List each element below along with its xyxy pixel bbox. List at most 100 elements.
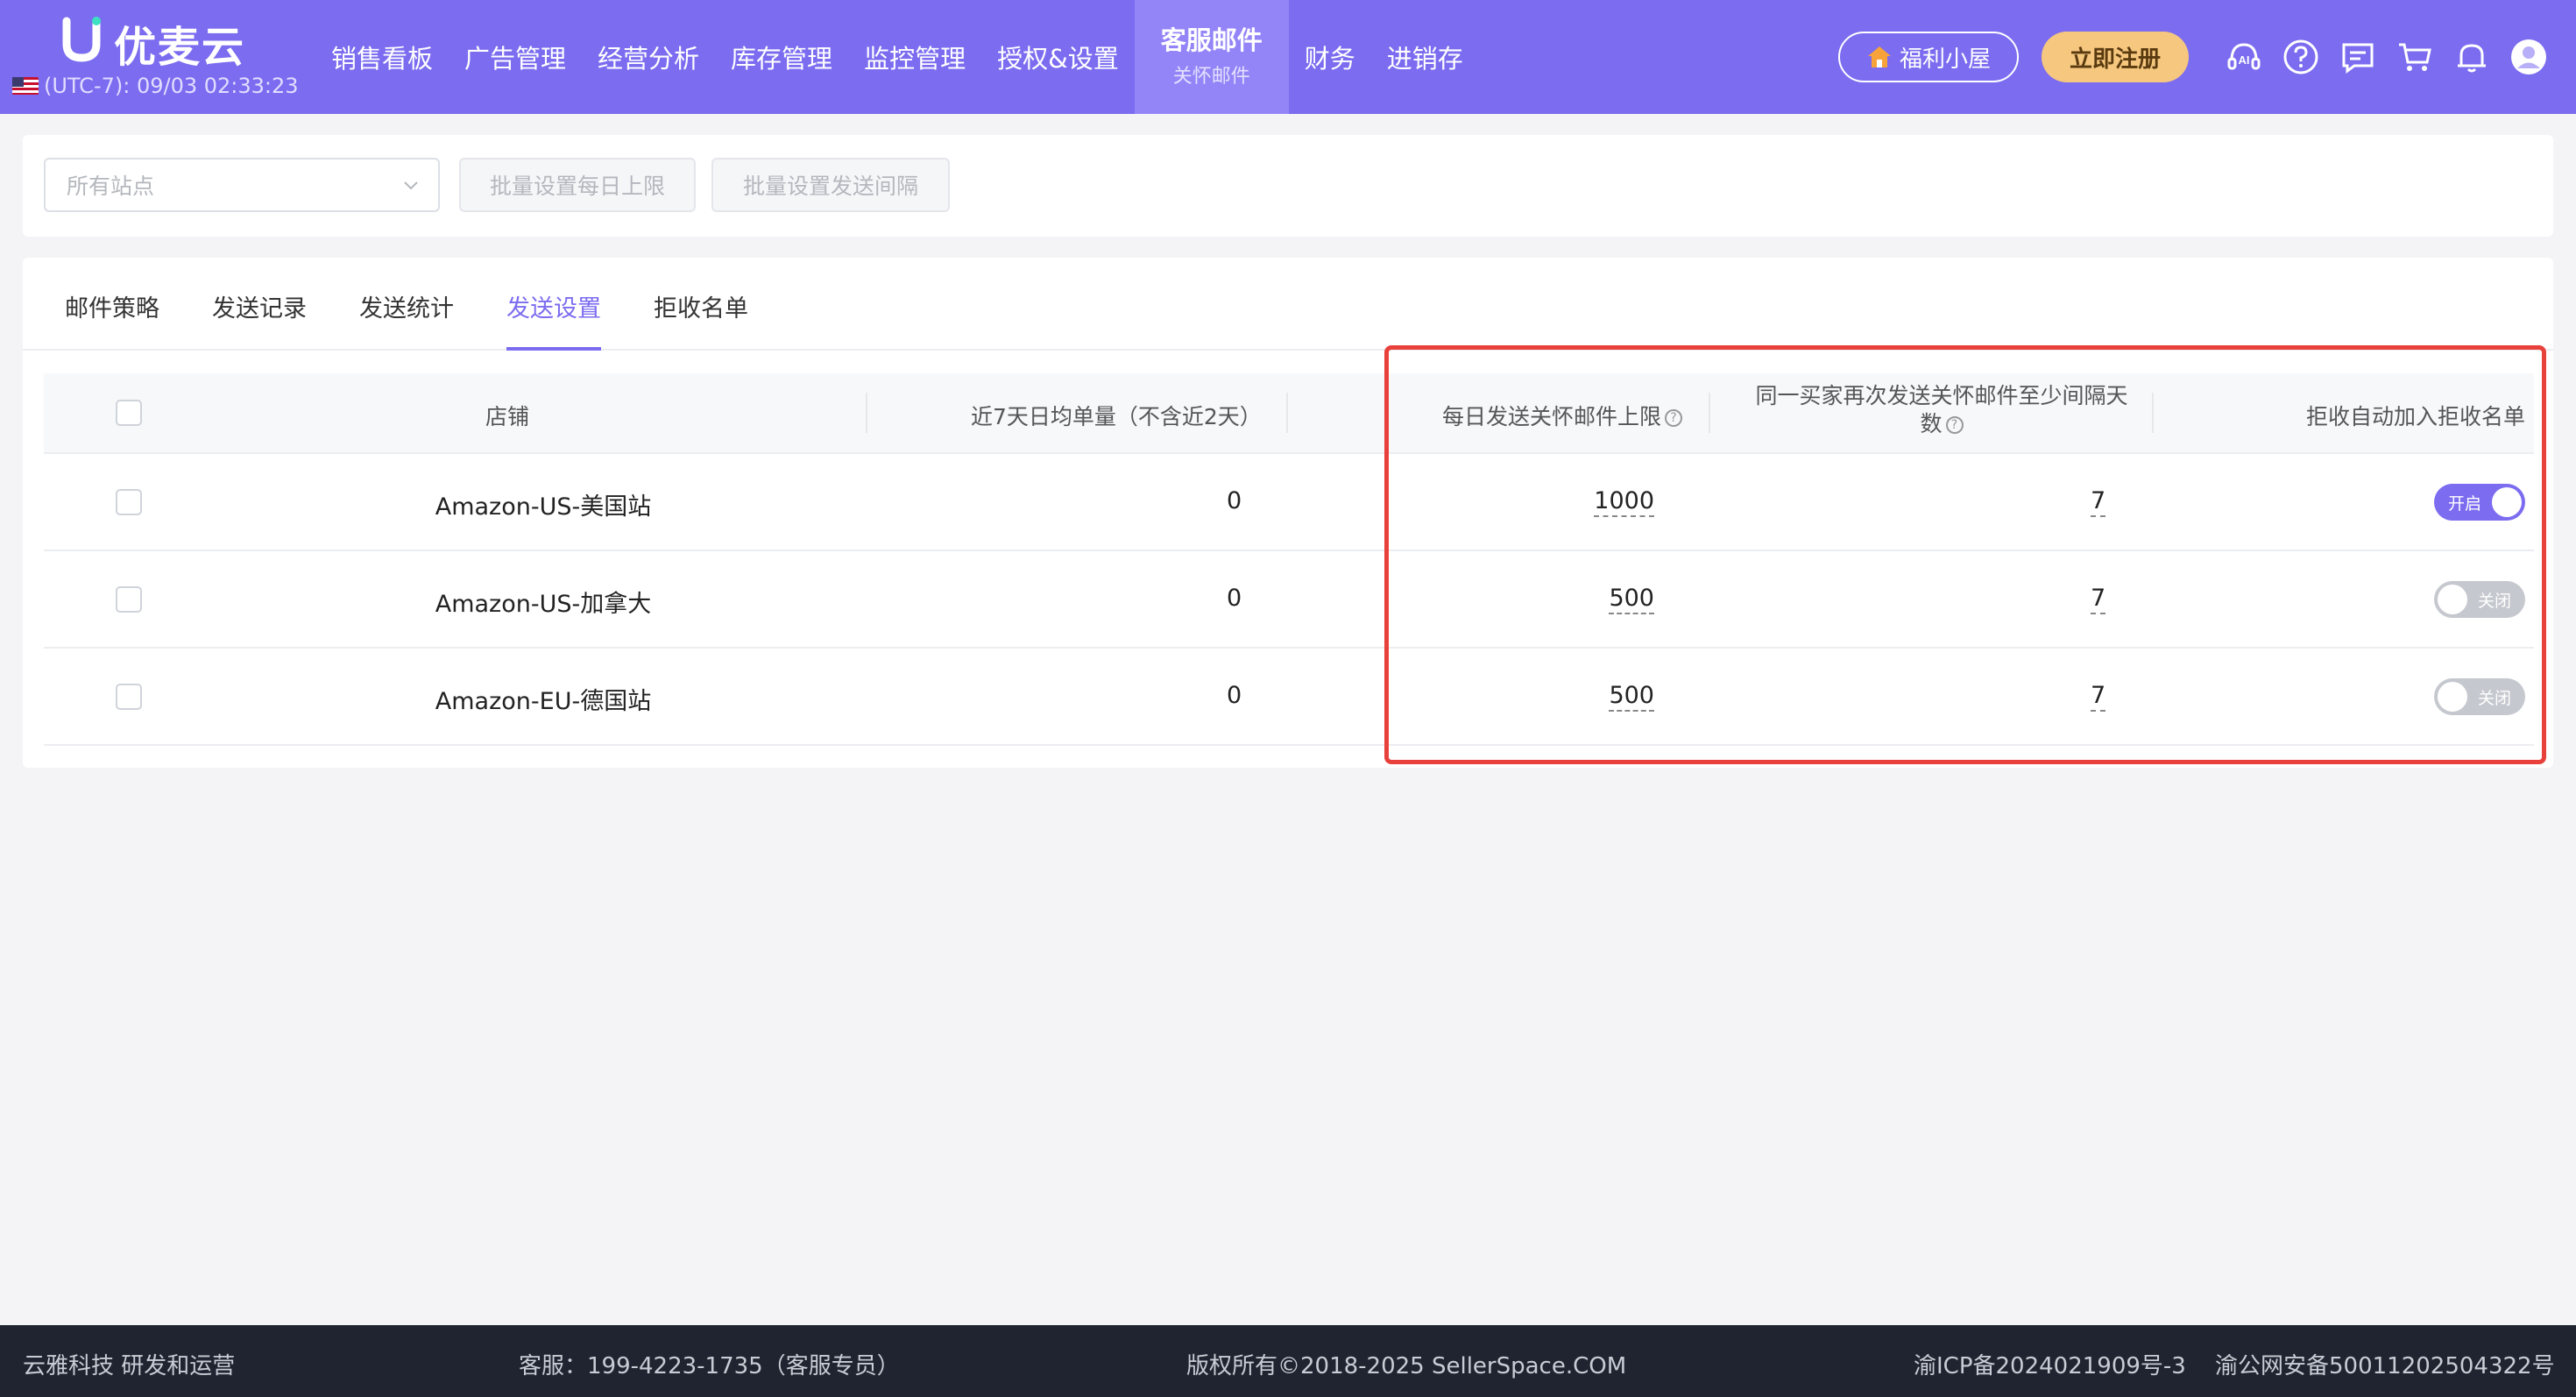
site-select-placeholder: 所有站点 [67, 174, 155, 199]
menu-service-email[interactable]: 客服邮件 关怀邮件 [1134, 0, 1289, 114]
top-navigation: 优麦云 (UTC-7): 09/03 02:33:23 销售看板 广告管理 经营… [0, 0, 2576, 114]
filter-bar: 所有站点 批量设置每日上限 批量设置发送间隔 [23, 135, 2553, 237]
header-interval-line2: 数 [1920, 411, 1943, 436]
footer-company: 云雅科技 研发和运营 [23, 1353, 236, 1379]
batch-daily-limit-button[interactable]: 批量设置每日上限 [459, 158, 696, 212]
header-divider [866, 393, 867, 433]
interval-value[interactable]: 7 [2091, 682, 2106, 712]
welfare-button[interactable]: 福利小屋 [1837, 32, 2019, 82]
tab-bar: 邮件策略 发送记录 发送统计 发送设置 拒收名单 [23, 258, 2553, 351]
footer: 云雅科技 研发和运营 客服：199-4223-1735（客服专员） 版权所有©2… [0, 1325, 2576, 1397]
site-select[interactable]: 所有站点 [44, 158, 440, 212]
header-interval: 同一买家再次发送关怀邮件至少间隔天 数? [1731, 382, 2152, 438]
store-name: Amazon-EU-德国站 [435, 688, 652, 715]
batch-interval-button[interactable]: 批量设置发送间隔 [711, 158, 950, 212]
select-all-checkbox[interactable] [116, 400, 142, 426]
menu-label: 经营分析 [598, 44, 700, 74]
menu-label: 进销存 [1386, 44, 1463, 74]
header-actions: 福利小屋 立即注册 AI [1837, 0, 2550, 114]
header-divider [1286, 393, 1288, 433]
menu-label: 客服邮件 [1160, 25, 1263, 55]
daily-limit-value[interactable]: 500 [1609, 585, 1654, 614]
avatar-icon[interactable] [2508, 36, 2550, 78]
header-auto-reject: 拒收自动加入拒收名单 [2305, 404, 2525, 429]
toggle-label: 关闭 [2477, 689, 2511, 708]
header-interval-line1: 同一买家再次发送关怀邮件至少间隔天 [1755, 383, 2128, 408]
tab-send-records[interactable]: 发送记录 [212, 289, 307, 351]
us-flag-icon [12, 77, 39, 95]
table-row: Amazon-US-加拿大 0 500 7 关闭 [44, 551, 2534, 649]
toggle-label: 开启 [2448, 494, 2482, 514]
menu-auth-settings[interactable]: 授权&设置 [981, 0, 1135, 114]
menu-label: 监控管理 [864, 44, 966, 74]
row-checkbox[interactable] [116, 586, 142, 613]
footer-police-record[interactable]: 渝公网安备50011202504322号 [2215, 1348, 2555, 1380]
auto-reject-toggle[interactable]: 开启 [2434, 484, 2525, 521]
table-row: Amazon-EU-德国站 0 500 7 关闭 [44, 649, 2534, 746]
cart-icon[interactable] [2394, 36, 2436, 78]
row-checkbox[interactable] [116, 489, 142, 515]
tab-reject-list[interactable]: 拒收名单 [654, 289, 748, 351]
row-checkbox[interactable] [116, 684, 142, 710]
auto-reject-toggle[interactable]: 关闭 [2434, 678, 2525, 715]
menu-analysis[interactable]: 经营分析 [582, 0, 715, 114]
main-panel: 邮件策略 发送记录 发送统计 发送设置 拒收名单 店铺 近7天日均单量（不含近2… [23, 258, 2553, 768]
timezone-clock: (UTC-7): 09/03 02:33:23 [12, 74, 299, 98]
message-icon[interactable] [2337, 36, 2379, 78]
footer-copyright: 版权所有©2018-2025 SellerSpace.COM [1186, 1353, 1627, 1379]
menu-monitoring[interactable]: 监控管理 [848, 0, 981, 114]
brand: 优麦云 (UTC-7): 09/03 02:33:23 [0, 0, 307, 114]
question-mark-icon[interactable]: ? [1945, 416, 1964, 434]
house-icon [1867, 46, 1891, 67]
table-header: 店铺 近7天日均单量（不含近2天） 每日发送关怀邮件上限? 同一买家再次发送关怀… [44, 373, 2534, 454]
menu-sublabel: 关怀邮件 [1172, 66, 1250, 88]
chevron-down-icon [404, 181, 418, 190]
tab-send-settings[interactable]: 发送设置 [506, 289, 601, 351]
header-daily-limit: 每日发送关怀邮件上限? [1442, 400, 1683, 431]
table-row: Amazon-US-美国站 0 1000 7 开启 [44, 454, 2534, 551]
menu-inventory[interactable]: 库存管理 [715, 0, 848, 114]
tab-send-stats[interactable]: 发送统计 [359, 289, 454, 351]
header-daily-limit-text: 每日发送关怀邮件上限 [1442, 404, 1662, 429]
question-mark-icon[interactable]: ? [1665, 409, 1683, 427]
footer-support: 客服：199-4223-1735（客服专员） [519, 1353, 900, 1379]
menu-finance[interactable]: 财务 [1289, 0, 1371, 114]
toggle-knob [2492, 487, 2522, 517]
register-button[interactable]: 立即注册 [2041, 32, 2189, 82]
help-icon[interactable] [2280, 36, 2322, 78]
header-interval-line2-wrap: 数? [1731, 410, 2152, 438]
toggle-label: 关闭 [2477, 592, 2511, 611]
menu-label: 财务 [1304, 44, 1355, 74]
store-name: Amazon-US-美国站 [435, 493, 652, 521]
svg-text:AI: AI [2239, 53, 2250, 67]
menu-label: 广告管理 [464, 44, 567, 74]
main-menu: 销售看板 广告管理 经营分析 库存管理 监控管理 授权&设置 客服邮件 关怀邮件… [315, 0, 1479, 114]
avg-orders-value: 0 [1227, 585, 1242, 612]
brand-name: 优麦云 [114, 23, 246, 72]
header-divider [1709, 393, 1710, 433]
menu-label: 库存管理 [731, 44, 833, 74]
header-divider [2152, 393, 2154, 433]
avg-orders-value: 0 [1227, 682, 1242, 709]
tab-email-strategy[interactable]: 邮件策略 [65, 289, 159, 351]
logo-icon [62, 17, 101, 62]
footer-icp[interactable]: 渝ICP备2024021909号-3 [1914, 1348, 2186, 1380]
store-name: Amazon-US-加拿大 [435, 591, 652, 618]
toggle-knob [2438, 585, 2467, 614]
interval-value[interactable]: 7 [2091, 487, 2106, 517]
interval-value[interactable]: 7 [2091, 585, 2106, 614]
menu-ads[interactable]: 广告管理 [449, 0, 582, 114]
avg-orders-value: 0 [1227, 487, 1242, 514]
daily-limit-value[interactable]: 500 [1609, 682, 1654, 712]
timezone-text: (UTC-7): 09/03 02:33:23 [44, 74, 299, 98]
bell-icon[interactable] [2451, 36, 2493, 78]
menu-label: 授权&设置 [997, 44, 1119, 74]
menu-purchase-sales[interactable]: 进销存 [1371, 0, 1479, 114]
header-store: 店铺 [485, 404, 530, 429]
daily-limit-value[interactable]: 1000 [1594, 487, 1654, 517]
ai-assistant-icon[interactable]: AI [2223, 36, 2265, 78]
menu-label: 销售看板 [331, 44, 434, 74]
toggle-knob [2438, 682, 2467, 712]
menu-sales-dashboard[interactable]: 销售看板 [315, 0, 449, 114]
auto-reject-toggle[interactable]: 关闭 [2434, 581, 2525, 618]
